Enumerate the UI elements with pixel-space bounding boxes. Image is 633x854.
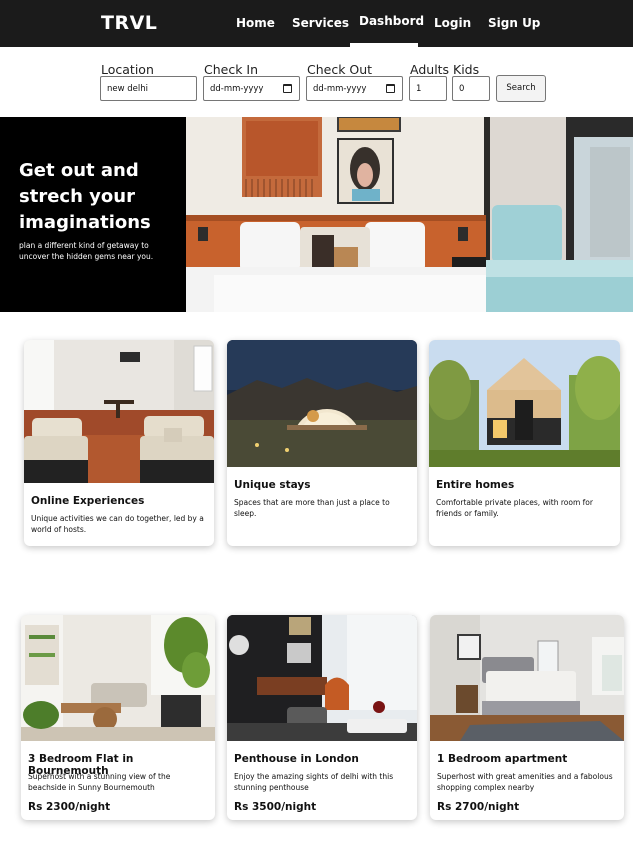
checkout-label: Check Out bbox=[307, 62, 373, 77]
checkout-date-value: dd-mm-yyyy bbox=[313, 84, 367, 94]
category-card-unique-stays[interactable]: Unique stays Spaces that are more than j… bbox=[227, 340, 417, 546]
nav-link-dashboard[interactable]: Dashbord bbox=[359, 14, 424, 28]
card-description: Superhost with a stunning view of the be… bbox=[28, 772, 171, 792]
card-price: Rs 2700/night bbox=[437, 801, 520, 813]
category-card-online-experiences[interactable]: Online Experiences Unique activities we … bbox=[24, 340, 214, 546]
card-description: Comfortable private places, with room fo… bbox=[436, 498, 593, 518]
hero-title: Get out and strech your imaginations bbox=[19, 160, 151, 233]
adults-label: Adults bbox=[410, 62, 450, 77]
nav-link-signup[interactable]: Sign Up bbox=[488, 16, 540, 30]
card-description: Superhost with great amenities and a fab… bbox=[437, 772, 613, 792]
location-label: Location bbox=[101, 62, 154, 77]
flat-interior-photo bbox=[21, 615, 215, 741]
category-card-entire-homes[interactable]: Entire homes Comfortable private places,… bbox=[429, 340, 620, 546]
hero-subtitle: plan a different kind of getaway to unco… bbox=[19, 241, 154, 261]
checkout-date-input[interactable]: dd-mm-yyyy bbox=[306, 76, 403, 101]
checkin-date-value: dd-mm-yyyy bbox=[210, 84, 264, 94]
checkin-label: Check In bbox=[204, 62, 259, 77]
dome-tent-photo bbox=[227, 340, 417, 467]
nav-link-home[interactable]: Home bbox=[236, 16, 275, 30]
nav-link-login[interactable]: Login bbox=[434, 16, 471, 30]
checkin-date-input[interactable]: dd-mm-yyyy bbox=[203, 76, 300, 101]
penthouse-interior-photo bbox=[227, 615, 417, 741]
listing-card-apartment[interactable]: 1 Bedroom apartment Superhost with great… bbox=[430, 615, 624, 820]
active-tab-indicator bbox=[350, 43, 418, 47]
living-room-photo bbox=[24, 340, 214, 483]
location-input[interactable]: new delhi bbox=[100, 76, 197, 101]
top-navbar: TRVL Home Services Dashbord Login Sign U… bbox=[0, 0, 633, 47]
cabin-photo bbox=[429, 340, 620, 467]
calendar-icon[interactable] bbox=[386, 84, 395, 93]
card-description: Enjoy the amazing sights of delhi with t… bbox=[234, 772, 394, 792]
nav-link-services[interactable]: Services bbox=[292, 16, 349, 30]
card-price: Rs 3500/night bbox=[234, 801, 317, 813]
calendar-icon[interactable] bbox=[283, 84, 292, 93]
card-title: Entire homes bbox=[436, 479, 515, 491]
card-description: Unique activities we can do together, le… bbox=[31, 514, 204, 534]
card-title: Online Experiences bbox=[31, 495, 145, 507]
listing-card-bournemouth[interactable]: 3 Bedroom Flat in Bournemouth Superhost … bbox=[21, 615, 215, 820]
kids-label: Kids bbox=[453, 62, 480, 77]
brand-logo[interactable]: TRVL bbox=[101, 12, 157, 34]
listing-card-london[interactable]: Penthouse in London Enjoy the amazing si… bbox=[227, 615, 417, 820]
card-title: 1 Bedroom apartment bbox=[437, 753, 568, 765]
card-price: Rs 2300/night bbox=[28, 801, 111, 813]
search-button[interactable]: Search bbox=[496, 75, 546, 102]
card-description: Spaces that are more than just a place t… bbox=[234, 498, 390, 518]
bedroom-photo bbox=[430, 615, 624, 741]
kids-input[interactable]: 0 bbox=[452, 76, 490, 101]
card-title: Penthouse in London bbox=[234, 753, 359, 765]
adults-input[interactable]: 1 bbox=[409, 76, 447, 101]
hero-banner: Get out and strech your imaginations pla… bbox=[0, 117, 633, 312]
card-title: Unique stays bbox=[234, 479, 311, 491]
